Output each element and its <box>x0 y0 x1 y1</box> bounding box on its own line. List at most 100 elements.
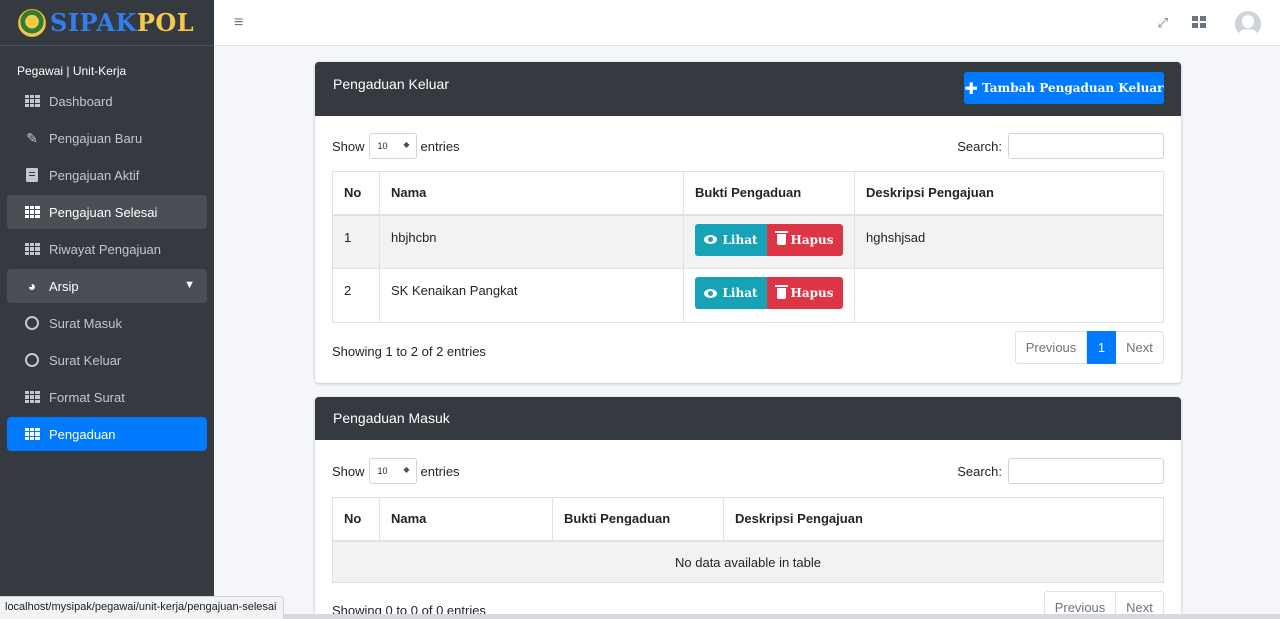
cell-no: 1 <box>332 214 380 269</box>
cell-nama: hbjhcbn <box>379 214 684 269</box>
length-control: Show 10 ◆ entries <box>332 458 460 484</box>
delete-button[interactable]: Hapus <box>767 223 843 256</box>
cell-deskripsi: hghshjsad <box>854 214 1164 269</box>
avatar[interactable] <box>1235 11 1261 37</box>
trash-icon <box>774 284 788 299</box>
column-header-deskripsi[interactable]: Deskripsi Pengajuan <box>723 497 1164 542</box>
column-header-no[interactable]: No <box>332 497 380 542</box>
sidebar-item-label: Riwayat Pengajuan <box>49 241 162 257</box>
menu-toggle-icon[interactable]: ≡ <box>234 14 243 32</box>
pagination-previous[interactable]: Previous <box>1015 331 1087 364</box>
pengaduan-masuk-table: No Nama Bukti Pengaduan Deskripsi Pengaj… <box>332 497 1164 583</box>
trash-icon <box>774 231 788 245</box>
sidebar-item-label: Pengajuan Baru <box>49 130 143 146</box>
sidebar-item-format-surat[interactable]: Format Surat <box>7 380 207 414</box>
sidebar-item-label: Pengaduan <box>49 426 116 442</box>
sidebar-item-dashboard[interactable]: Dashboard <box>7 84 207 118</box>
view-button[interactable]: Lihat <box>695 223 767 256</box>
sidebar-item-label: Pengajuan Selesai <box>49 204 158 220</box>
view-button[interactable]: Lihat <box>695 277 767 309</box>
sidebar-item-pengajuan-selesai[interactable]: Pengajuan Selesai <box>7 195 207 229</box>
sidebar: SIPAKPOL Pegawai | Unit-Kerja Dashboard … <box>0 0 214 619</box>
column-header-no[interactable]: No <box>332 171 380 216</box>
plus-icon: ✚ <box>964 78 978 98</box>
column-header-bukti[interactable]: Bukti Pengaduan <box>552 497 724 542</box>
view-label: Lihat <box>722 232 758 247</box>
cell-nama: SK Kenaikan Pangkat <box>379 268 684 323</box>
sidebar-item-surat-keluar[interactable]: Surat Keluar <box>7 343 207 377</box>
delete-button[interactable]: Hapus <box>767 277 843 309</box>
show-label: Show <box>332 463 365 479</box>
eye-icon <box>704 288 718 298</box>
sidebar-item-pengaduan[interactable]: Pengaduan <box>7 417 207 451</box>
logo-emblem-icon <box>18 8 46 37</box>
delete-label: Hapus <box>790 286 834 300</box>
entries-label: entries <box>420 463 460 479</box>
cell-bukti: Lihat Hapus <box>683 268 855 323</box>
card-header: Pengaduan Masuk <box>315 397 1181 440</box>
column-header-bukti[interactable]: Bukti Pengaduan <box>683 171 855 216</box>
sidebar-item-label: Pengajuan Aktif <box>49 167 140 183</box>
action-buttons: Lihat Hapus <box>695 223 843 256</box>
circle-icon <box>24 316 40 330</box>
sidebar-item-arsip[interactable]: ◕ Arsip ▼ <box>7 269 207 303</box>
sidebar-item-label: Arsip <box>49 278 79 294</box>
sidebar-item-pengajuan-aktif[interactable]: Pengajuan Aktif <box>7 158 207 192</box>
grid-icon <box>24 390 40 404</box>
table-row: 1 hbjhcbn Lihat Hapus hghshjsad <box>332 214 1164 269</box>
search-input[interactable] <box>1008 133 1164 159</box>
view-label: Lihat <box>722 286 758 300</box>
table-row: 2 SK Kenaikan Pangkat Lihat Hapus <box>332 268 1164 323</box>
sidebar-nav: Dashboard ✎ Pengajuan Baru Pengajuan Akt… <box>0 84 214 451</box>
sidebar-item-label: Format Surat <box>49 389 125 405</box>
circle-icon <box>24 353 40 367</box>
pengaduan-keluar-table: No Nama Bukti Pengaduan Deskripsi Pengaj… <box>332 171 1164 323</box>
brand-name: SIPAKPOL <box>50 8 195 37</box>
action-buttons: Lihat Hapus <box>695 277 843 309</box>
table-header-row: No Nama Bukti Pengaduan Deskripsi Pengaj… <box>332 497 1164 542</box>
card-header: Pengaduan Keluar ✚ Tambah Pengaduan Kelu… <box>315 62 1181 116</box>
pengaduan-masuk-card: Pengaduan Masuk Show 10 ◆ entries Search… <box>315 397 1181 619</box>
table-info: Showing 1 to 2 of 2 entries <box>332 344 486 359</box>
show-label: Show <box>332 138 365 154</box>
apps-grid-icon[interactable] <box>1192 16 1206 28</box>
pagination: Previous 1 Next <box>1015 331 1164 364</box>
entries-length-select[interactable]: 10 ◆ <box>368 133 417 159</box>
sidebar-item-pengajuan-baru[interactable]: ✎ Pengajuan Baru <box>7 121 207 155</box>
card-title: Pengaduan Masuk <box>333 410 450 426</box>
dashboard-gauge-icon: ◕ <box>27 278 37 294</box>
column-header-nama[interactable]: Nama <box>379 497 553 542</box>
search-control: Search: <box>957 458 1164 484</box>
pagination-next[interactable]: Next <box>1116 331 1164 364</box>
grid-icon <box>24 205 40 219</box>
edit-icon: ✎ <box>26 129 38 146</box>
add-button-label: Tambah Pengaduan Keluar <box>981 81 1164 95</box>
grid-icon <box>24 242 40 256</box>
user-role: Pegawai | Unit-Kerja <box>17 64 127 78</box>
column-header-nama[interactable]: Nama <box>379 171 684 216</box>
search-control: Search: <box>957 133 1164 159</box>
sidebar-item-surat-masuk[interactable]: Surat Masuk <box>7 306 207 340</box>
cell-bukti: Lihat Hapus <box>683 214 855 269</box>
eye-icon <box>704 235 718 244</box>
card-title: Pengaduan Keluar <box>333 76 449 92</box>
entries-length-select[interactable]: 10 ◆ <box>368 458 417 484</box>
search-label: Search: <box>957 463 1002 479</box>
length-value: 10 <box>377 466 388 476</box>
empty-message: No data available in table <box>332 540 1164 583</box>
select-arrows-icon: ◆ <box>403 465 410 474</box>
horizontal-scrollbar[interactable] <box>214 614 1280 619</box>
fullscreen-icon[interactable]: ⤢ <box>1158 15 1168 31</box>
pagination-page-1[interactable]: 1 <box>1087 331 1116 364</box>
search-input[interactable] <box>1008 458 1164 484</box>
length-value: 10 <box>377 141 388 151</box>
sidebar-item-label: Dashboard <box>49 93 113 109</box>
add-pengaduan-keluar-button[interactable]: ✚ Tambah Pengaduan Keluar <box>964 72 1164 104</box>
sidebar-item-riwayat-pengajuan[interactable]: Riwayat Pengajuan <box>7 232 207 266</box>
column-header-deskripsi[interactable]: Deskripsi Pengajuan <box>854 171 1164 216</box>
grid-icon <box>24 427 40 441</box>
empty-row: No data available in table <box>332 540 1164 583</box>
browser-status-url: localhost/mysipak/pegawai/unit-kerja/pen… <box>0 596 284 619</box>
brand-link[interactable]: SIPAKPOL <box>0 0 214 46</box>
chevron-down-icon: ▼ <box>184 279 195 291</box>
